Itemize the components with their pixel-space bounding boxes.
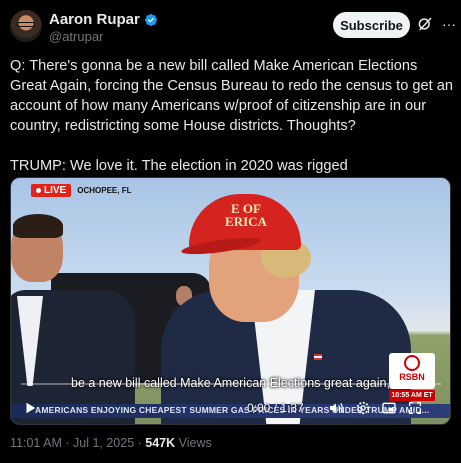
fullscreen-icon[interactable] (407, 400, 423, 416)
volume-icon[interactable] (328, 400, 344, 416)
location-label: OCHOPEE, FL (77, 186, 132, 195)
tweet-body: Q: There's gonna be a new bill called Ma… (10, 56, 456, 176)
more-options-icon[interactable]: ··· (440, 15, 458, 33)
tweet-timestamp[interactable]: 11:01 AM · Jul 1, 2025 · (10, 436, 142, 450)
cap-lettering: E OF ERICA (225, 201, 267, 229)
views-count: 547K (145, 436, 176, 450)
rsbn-label: RSBN (399, 372, 425, 382)
views-label: Views (178, 436, 212, 450)
grok-icon[interactable] (416, 15, 434, 33)
play-icon[interactable] (23, 401, 37, 415)
live-dot-icon (36, 188, 41, 193)
video-progress-bar[interactable] (21, 383, 441, 385)
video-time: 0:00 / 1:37 (247, 401, 304, 415)
video-controls: 0:00 / 1:37 (11, 396, 450, 424)
left-person-hair (13, 214, 63, 238)
author-name-row[interactable]: Aaron Rupar (49, 11, 158, 28)
video-player[interactable]: E OF ERICA LIVE OCHOPEE, FL RSBN 10:55 A… (10, 177, 451, 425)
settings-gear-icon[interactable] (355, 400, 371, 416)
tweet-footer: 11:01 AM · Jul 1, 2025 · 547K Views (10, 436, 212, 450)
author-name[interactable]: Aaron Rupar (49, 11, 140, 28)
left-person-figure (11, 214, 135, 424)
verified-badge-icon (144, 13, 157, 26)
avatar-glasses (17, 22, 35, 27)
tweet-header: Aaron Rupar @atrupar Subscribe ··· (0, 0, 461, 52)
author-handle[interactable]: @atrupar (49, 29, 103, 44)
picture-in-picture-icon[interactable] (381, 400, 397, 416)
subscribe-button[interactable]: Subscribe (333, 12, 410, 38)
live-label: LIVE (31, 184, 72, 197)
tweet-paragraph-question: Q: There's gonna be a new bill called Ma… (10, 58, 453, 134)
live-badge: LIVE OCHOPEE, FL (31, 184, 131, 197)
flag-pin (314, 354, 322, 360)
avatar[interactable] (10, 10, 42, 42)
microphone-icon (404, 355, 420, 371)
tweet-paragraph-answer: TRUMP: We love it. The election in 2020 … (10, 158, 348, 174)
